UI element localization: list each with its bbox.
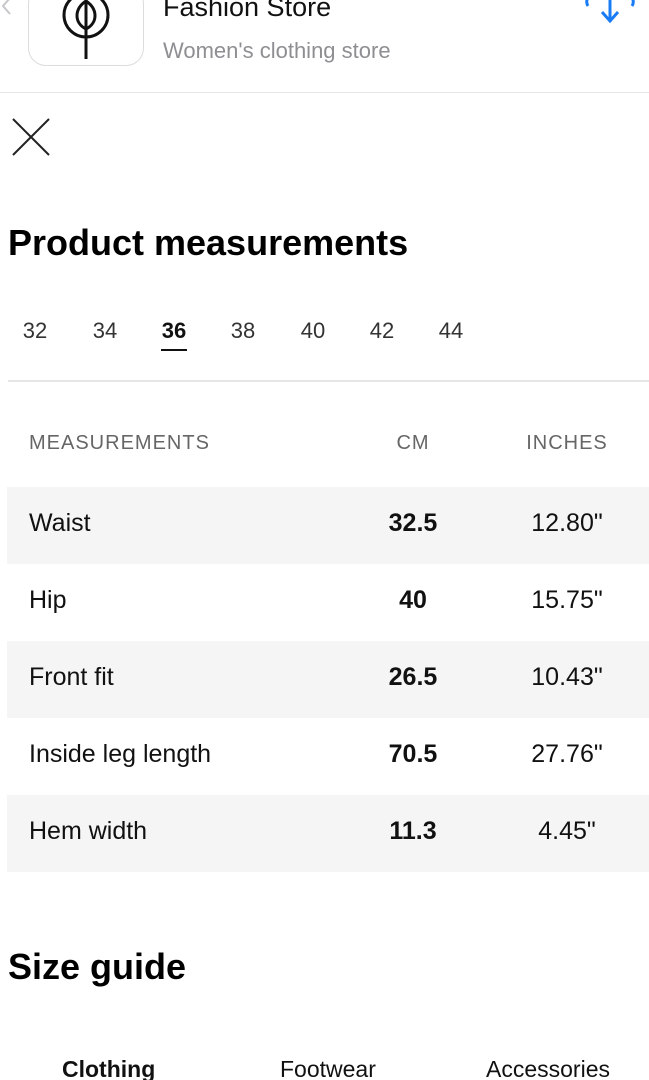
size-tabs: 32 34 36 38 40 42 44 <box>0 318 649 358</box>
page: Fashion Store Women's clothing store Pro… <box>0 0 649 1080</box>
row-label: Inside leg length <box>29 740 212 768</box>
row-label: Hip <box>29 586 67 614</box>
row-cm-value: 11.3 <box>389 817 437 845</box>
row-inches-value: 10.43" <box>531 663 603 691</box>
close-icon <box>12 118 50 156</box>
app-icon[interactable] <box>28 0 144 66</box>
page-title: Product measurements <box>8 222 409 263</box>
tab-footwear[interactable]: Footwear <box>280 1056 376 1080</box>
table-header: MEASUREMENTS CM INCHES <box>0 432 649 468</box>
close-button[interactable] <box>10 116 52 158</box>
table-row: Hip 40 15.75" <box>7 564 649 641</box>
row-label: Front fit <box>29 663 114 691</box>
row-cm-value: 40 <box>399 586 427 614</box>
app-name: Fashion Store <box>163 0 332 22</box>
table-row: Inside leg length 70.5 27.76" <box>7 718 649 795</box>
size-tab-36[interactable]: 36 <box>144 318 204 351</box>
tab-clothing[interactable]: Clothing <box>62 1056 155 1080</box>
row-inches-value: 27.76" <box>531 740 603 768</box>
row-cm-value: 70.5 <box>388 740 438 768</box>
tab-accessories[interactable]: Accessories <box>486 1056 610 1080</box>
size-tab-34[interactable]: 34 <box>75 318 135 344</box>
tree-logo-icon <box>62 0 110 59</box>
row-inches-value: 12.80" <box>531 509 603 537</box>
row-inches-value: 4.45" <box>538 817 596 845</box>
row-inches-value: 15.75" <box>531 586 603 614</box>
cloud-download-icon[interactable] <box>582 0 638 34</box>
app-subtitle: Women's clothing store <box>163 38 391 63</box>
app-banner: Fashion Store Women's clothing store <box>0 0 649 93</box>
size-tab-44[interactable]: 44 <box>421 318 481 344</box>
divider <box>8 380 649 382</box>
size-tab-32[interactable]: 32 <box>5 318 65 344</box>
size-guide-title: Size guide <box>8 946 187 987</box>
chevron-left-icon[interactable] <box>0 0 14 18</box>
size-tab-38[interactable]: 38 <box>213 318 273 344</box>
size-guide-tabs: Clothing Footwear Accessories <box>0 1056 649 1080</box>
header-measurements: MEASUREMENTS <box>29 432 210 454</box>
row-cm-value: 26.5 <box>388 663 438 691</box>
table-row: Waist 32.5 12.80" <box>7 487 649 564</box>
size-tab-42[interactable]: 42 <box>352 318 412 344</box>
table-row: Hem width 11.3 4.45" <box>7 795 649 872</box>
row-cm-value: 32.5 <box>388 509 438 537</box>
row-label: Hem width <box>29 817 148 845</box>
table-row: Front fit 26.5 10.43" <box>7 641 649 718</box>
header-inches: INCHES <box>526 432 608 454</box>
header-cm: CM <box>396 432 430 454</box>
row-label: Waist <box>29 509 91 537</box>
size-tab-40[interactable]: 40 <box>283 318 343 344</box>
